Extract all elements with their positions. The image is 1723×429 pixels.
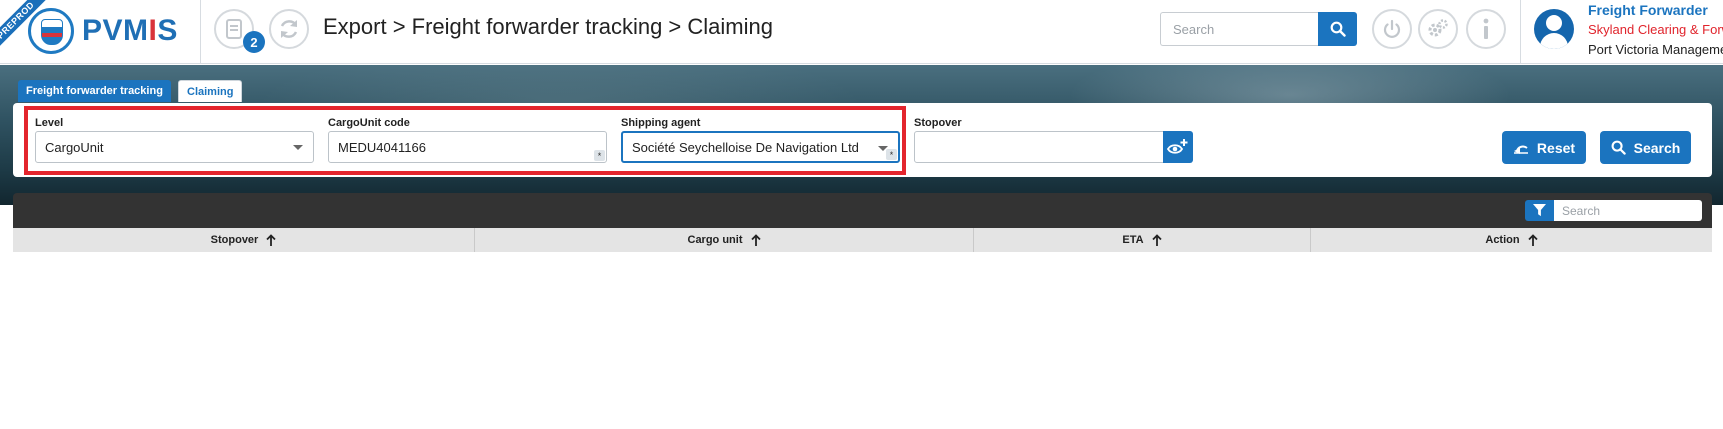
column-header-action[interactable]: Action	[1311, 228, 1712, 252]
column-header-stopover[interactable]: Stopover	[13, 228, 475, 252]
user-avatar[interactable]	[1534, 9, 1574, 49]
column-header-label: ETA	[1122, 234, 1144, 246]
tab-claiming[interactable]: Claiming	[178, 80, 243, 102]
refresh-icon	[280, 20, 298, 38]
column-header-label: Action	[1485, 234, 1520, 246]
table-search-input[interactable]	[1554, 200, 1702, 221]
global-search-button[interactable]	[1318, 12, 1357, 46]
user-company: Skyland Clearing & Forwarding	[1588, 22, 1723, 37]
port-emblem-icon	[28, 8, 74, 54]
undo-icon	[1513, 145, 1528, 154]
column-header-label: Cargo unit	[687, 234, 743, 246]
breadcrumb: Export > Freight forwarder tracking > Cl…	[323, 14, 773, 39]
table-filter-button[interactable]	[1525, 200, 1554, 221]
notification-badge: 2	[243, 31, 265, 53]
search-icon	[1330, 21, 1346, 37]
view-add-icon	[1167, 139, 1188, 154]
column-header-eta[interactable]: ETA	[974, 228, 1311, 252]
sort-arrow-up-icon	[266, 234, 276, 246]
global-search-input[interactable]	[1160, 12, 1318, 46]
search-button[interactable]: Search	[1600, 131, 1691, 164]
refresh-button[interactable]	[269, 9, 309, 49]
search-icon	[1611, 140, 1626, 155]
table-body	[13, 252, 1712, 429]
stopover-lookup-button[interactable]	[1163, 131, 1193, 163]
column-header-cargo-unit[interactable]: Cargo unit	[475, 228, 974, 252]
gears-icon	[1428, 19, 1448, 37]
app-header: PREPROD PVMIS 2 Export > Freight forward…	[0, 0, 1723, 64]
column-header-label: Stopover	[210, 234, 259, 246]
user-role: Freight Forwarder	[1588, 2, 1708, 18]
stopover-input[interactable]	[914, 131, 1164, 163]
reset-button[interactable]: Reset	[1502, 131, 1586, 164]
table-toolbar	[13, 193, 1712, 228]
power-icon	[1383, 19, 1401, 38]
info-icon	[1483, 18, 1489, 39]
table-header: Stopover Cargo unit ETA Action	[13, 228, 1712, 252]
filter-icon	[1533, 204, 1546, 217]
reset-label: Reset	[1536, 139, 1576, 156]
info-button[interactable]	[1466, 9, 1506, 49]
user-organization: Port Victoria Management	[1588, 42, 1723, 57]
app-logo[interactable]: PVMIS	[28, 6, 178, 56]
settings-button[interactable]	[1418, 9, 1458, 49]
header-divider	[200, 0, 201, 64]
header-divider	[1520, 0, 1521, 64]
logo-text: PVMIS	[82, 14, 178, 47]
stopover-label: Stopover	[914, 117, 962, 129]
sort-arrow-up-icon	[1527, 234, 1538, 246]
search-label: Search	[1633, 139, 1681, 156]
tab-freight-forwarder-tracking[interactable]: Freight forwarder tracking	[18, 80, 171, 102]
highlight-box	[24, 106, 906, 175]
logout-button[interactable]	[1372, 9, 1412, 49]
sort-arrow-up-icon	[1151, 234, 1162, 246]
sort-arrow-up-icon	[750, 234, 761, 246]
document-icon	[226, 19, 242, 39]
